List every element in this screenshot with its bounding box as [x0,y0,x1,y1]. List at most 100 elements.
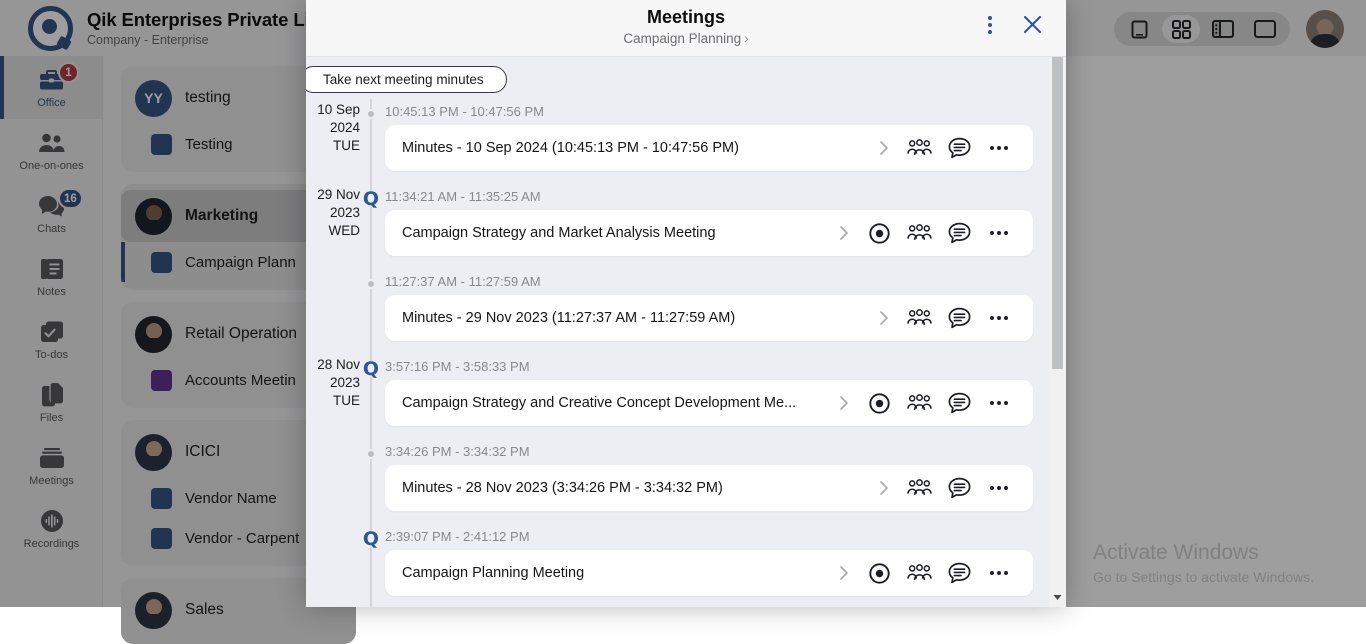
entry-date-day: 28 Nov [306,356,360,374]
chevron-right-icon[interactable] [869,468,899,508]
timeline-marker-qik-icon: Q [363,191,379,207]
entry-time-range: 11:27:37 AM - 11:27:59 AM [385,274,541,289]
avatar[interactable] [1306,10,1344,48]
entry-date: 10 Sep2024TUE [306,101,360,155]
avatar [135,592,172,629]
participants-icon[interactable] [899,128,939,168]
more-actions-icon[interactable] [979,213,1019,253]
scrollbar[interactable] [1049,57,1066,607]
chevron-right-icon[interactable] [829,383,859,423]
record-icon[interactable] [859,383,899,423]
comments-icon[interactable] [939,383,979,423]
participants-icon[interactable] [899,468,939,508]
meeting-card[interactable]: Campaign Strategy and Creative Concept D… [385,380,1033,426]
rail-item-meetings[interactable]: Meetings [0,434,103,497]
workspace-name: ICICI [185,443,220,461]
color-swatch-icon [151,252,172,273]
scroll-down-arrow-icon[interactable] [1049,594,1066,601]
full-width-view-icon[interactable] [1246,15,1284,43]
breadcrumb[interactable]: Campaign Planning› [306,31,1066,46]
nav-rail: Office1One-on-onesChats16NotesTo-dosFile… [0,56,103,607]
chevron-right-icon: › [744,31,749,46]
rail-item-files[interactable]: Files [0,371,103,434]
more-options-icon[interactable] [977,10,1003,40]
more-actions-icon[interactable] [979,128,1019,168]
modal-header: Meetings Campaign Planning› [306,0,1066,57]
color-swatch-icon [151,528,172,549]
entry-time-range: 10:45:13 PM - 10:47:56 PM [385,104,544,119]
grid-view-icon[interactable] [1162,15,1200,43]
participants-icon[interactable] [899,213,939,253]
more-actions-icon[interactable] [979,298,1019,338]
chevron-right-icon[interactable] [829,213,859,253]
record-icon[interactable] [859,213,899,253]
avatar [135,198,172,235]
checkbox-icon [40,319,64,345]
take-next-meeting-minutes-button[interactable]: Take next meeting minutes [306,66,507,93]
workspace-child-label: Testing [185,136,233,153]
color-swatch-icon [151,134,172,155]
workspace-name: Marketing [185,207,258,225]
participants-icon[interactable] [899,553,939,593]
meeting-card-actions [869,298,1019,338]
rail-item-recordings[interactable]: Recordings [0,497,103,560]
rail-item-to-dos[interactable]: To-dos [0,308,103,371]
meeting-card[interactable]: Minutes - 28 Nov 2023 (3:34:26 PM - 3:34… [385,465,1033,511]
timeline-entry: 3:34:26 PM - 3:34:32 PMMinutes - 28 Nov … [306,439,1048,524]
avatar [135,316,172,353]
meeting-title: Minutes - 28 Nov 2023 (3:34:26 PM - 3:34… [402,480,869,496]
participants-icon[interactable] [899,383,939,423]
timeline-entry: 11:27:37 AM - 11:27:59 AM Minutes - 29 No… [306,269,1048,354]
meeting-card[interactable]: Campaign Planning Meeting [385,550,1033,596]
comments-icon[interactable] [939,468,979,508]
rail-item-notes[interactable]: Notes [0,245,103,308]
rail-item-badge: 16 [58,188,83,209]
meeting-card-actions [829,553,1019,593]
meeting-card[interactable]: Campaign Strategy and Market Analysis Me… [385,210,1033,256]
single-pane-view-icon[interactable] [1120,15,1158,43]
entry-date-year: 2024 [306,119,360,137]
comments-icon[interactable] [939,298,979,338]
more-actions-icon[interactable] [979,553,1019,593]
rail-item-office[interactable]: Office1 [0,56,103,119]
chevron-right-icon[interactable] [869,298,899,338]
timeline-entry: Q2:39:07 PM - 2:41:12 PMCampaign Plannin… [306,524,1048,607]
watermark-subtitle: Go to Settings to activate Windows. [1093,569,1314,585]
timeline-entry: 10 Sep2024TUE 10:45:13 PM - 10:47:56 PM Mi… [306,99,1048,184]
rail-item-one-on-ones[interactable]: One-on-ones [0,119,103,182]
meetings-timeline: 10 Sep2024TUE 10:45:13 PM - 10:47:56 PM Mi… [306,99,1048,607]
meetings-timeline-scroll[interactable]: 10 Sep2024TUE 10:45:13 PM - 10:47:56 PM Mi… [306,99,1066,607]
more-actions-icon[interactable] [979,468,1019,508]
view-toggle-group[interactable] [1114,12,1290,46]
meeting-title: Campaign Strategy and Market Analysis Me… [402,225,829,241]
color-swatch-icon [151,370,172,391]
split-left-view-icon[interactable] [1204,15,1242,43]
participants-icon[interactable] [899,298,939,338]
comments-icon[interactable] [939,128,979,168]
close-icon[interactable] [1016,8,1048,40]
meeting-card[interactable]: Minutes - 10 Sep 2024 (10:45:13 PM - 10:… [385,125,1033,171]
record-icon[interactable] [859,553,899,593]
entry-date-weekday: WED [306,222,360,240]
chevron-right-icon[interactable] [829,553,859,593]
rail-item-chats[interactable]: Chats16 [0,182,103,245]
timeline-marker-dot-icon [363,276,379,292]
entry-date-weekday: TUE [306,137,360,155]
meeting-card[interactable]: Minutes - 29 Nov 2023 (11:27:37 AM - 11:… [385,295,1033,341]
chevron-right-icon[interactable] [869,128,899,168]
timeline-entry: 28 Nov2023TUEQ3:57:16 PM - 3:58:33 PMCam… [306,354,1048,439]
page-title: Meetings [306,0,1066,28]
notes-icon [40,256,64,282]
rail-item-label: Office [37,97,66,109]
meetings-modal: Meetings Campaign Planning› Take next me… [306,0,1066,607]
scrollbar-thumb[interactable] [1052,57,1063,369]
meeting-card-actions [869,468,1019,508]
qik-logo-icon [28,6,73,51]
timeline-entry: 29 Nov2023WEDQ11:34:21 AM - 11:35:25 AMC… [306,184,1048,269]
workspace-child-label: Vendor - Carpent [185,530,299,547]
meetings-icon [39,445,65,471]
workspace-child-label: Accounts Meetin [185,372,296,389]
comments-icon[interactable] [939,553,979,593]
more-actions-icon[interactable] [979,383,1019,423]
comments-icon[interactable] [939,213,979,253]
